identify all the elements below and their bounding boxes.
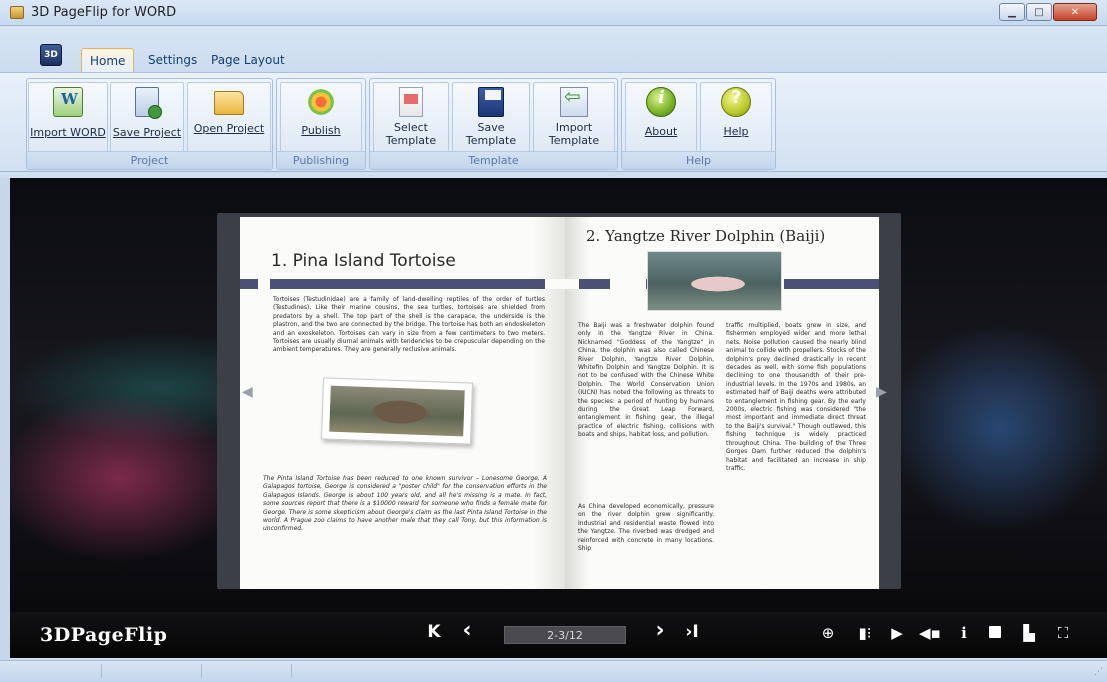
right-page-column-1: The Baiji was a freshwater dolphin found… [578, 322, 714, 439]
sound-icon[interactable]: ◀▪ [919, 624, 941, 642]
info-icon [646, 87, 676, 117]
autoplay-icon[interactable]: ▶ [887, 624, 907, 642]
select-template-button[interactable]: Select Template [373, 82, 449, 152]
floppy-disk-icon [478, 87, 504, 117]
open-project-button[interactable]: Open Project [187, 82, 271, 152]
publish-label: Publish [301, 124, 341, 137]
import-template-line2: Template [548, 134, 600, 147]
banner-gap [610, 279, 646, 289]
share-icon[interactable] [985, 624, 1005, 642]
resize-grip-icon[interactable]: ⋰ [1094, 667, 1103, 677]
left-page-paragraph-1: Tortoises (Testudinidae) are a family of… [273, 296, 545, 354]
app-icon [10, 6, 24, 19]
group-help-label: Help [622, 151, 775, 169]
save-template-button[interactable]: Save Template [452, 82, 530, 152]
save-project-button[interactable]: Save Project [110, 82, 184, 152]
status-segment [202, 664, 292, 678]
fullscreen-icon[interactable]: ⛶ [1053, 624, 1073, 642]
open-project-label: Open Project [193, 122, 265, 135]
dolphin-photo [647, 251, 782, 311]
tortoise-photo [329, 385, 465, 437]
import-word-button[interactable]: Import WORD [28, 82, 108, 152]
last-page-button[interactable]: ›I [680, 622, 704, 642]
group-project-label: Project [27, 151, 272, 169]
left-frame [0, 178, 10, 668]
help-button[interactable]: Help [700, 82, 772, 152]
help-icon [721, 87, 751, 117]
folder-icon [214, 91, 244, 115]
left-page-title: 1. Pina Island Tortoise [271, 251, 456, 271]
brand-logo: 3DPageFlip [40, 624, 168, 646]
tab-page-layout[interactable]: Page Layout [203, 48, 293, 72]
publish-icon [306, 87, 336, 117]
thumbnails-icon[interactable]: ▮⁝ [855, 624, 875, 642]
import-template-button[interactable]: Import Template [533, 82, 615, 152]
save-template-line2: Template [465, 134, 517, 147]
tab-settings[interactable]: Settings [140, 48, 205, 72]
about-label: About [644, 125, 678, 138]
prev-page-button[interactable]: ‹ [455, 618, 479, 643]
info-icon[interactable]: i [954, 624, 974, 642]
select-template-line2: Template [385, 134, 437, 147]
next-page-button[interactable]: › [648, 618, 672, 643]
banner-gap [545, 279, 579, 289]
print-icon[interactable]: ▙ [1019, 624, 1039, 642]
close-button[interactable]: ✕ [1053, 3, 1097, 21]
zoom-icon[interactable]: ⊕ [818, 624, 838, 642]
right-page-column-1-paragraph-2: As China developed economically, pressur… [578, 503, 714, 553]
tab-home[interactable]: Home [81, 48, 135, 72]
maximize-button[interactable]: □ [1026, 3, 1052, 21]
app-menu-button[interactable]: 3D [40, 44, 62, 66]
group-template-label: Template [370, 151, 617, 169]
status-segment [12, 664, 102, 678]
help-label: Help [723, 125, 749, 138]
window-controls: ▁ □ ✕ [998, 3, 1097, 21]
import-arrow-icon [560, 87, 588, 117]
publish-button[interactable]: Publish [280, 82, 362, 152]
right-page-title: 2. Yangtze River Dolphin (Baiji) [586, 227, 826, 245]
prev-page-arrow-icon[interactable]: ◀ [242, 384, 253, 400]
window-title: 3D PageFlip for WORD [31, 5, 177, 20]
select-template-line1: Select [394, 121, 428, 134]
save-project-icon [135, 87, 162, 119]
save-template-line1: Save [477, 121, 505, 134]
minimize-button[interactable]: ▁ [999, 3, 1025, 21]
first-page-button[interactable]: K [422, 622, 446, 642]
save-project-label: Save Project [112, 126, 182, 139]
left-page-paragraph-2: The Pinta Island Tortoise has been reduc… [263, 475, 547, 533]
title-bar: 3D PageFlip for WORD ▁ □ ✕ [0, 0, 1107, 26]
select-template-icon [399, 87, 423, 117]
word-import-icon [53, 87, 83, 117]
import-template-line1: Import [555, 121, 593, 134]
page-indicator[interactable]: 2-3/12 [504, 626, 626, 644]
import-word-label: Import WORD [30, 126, 106, 139]
about-button[interactable]: About [625, 82, 697, 152]
right-page-column-2: traffic multiplied, boats grew in size, … [726, 322, 866, 472]
group-publishing-label: Publishing [277, 151, 365, 169]
next-page-arrow-icon[interactable]: ▶ [876, 384, 887, 400]
status-segment [102, 664, 202, 678]
left-page-banner [240, 279, 565, 289]
banner-gap [258, 279, 270, 289]
